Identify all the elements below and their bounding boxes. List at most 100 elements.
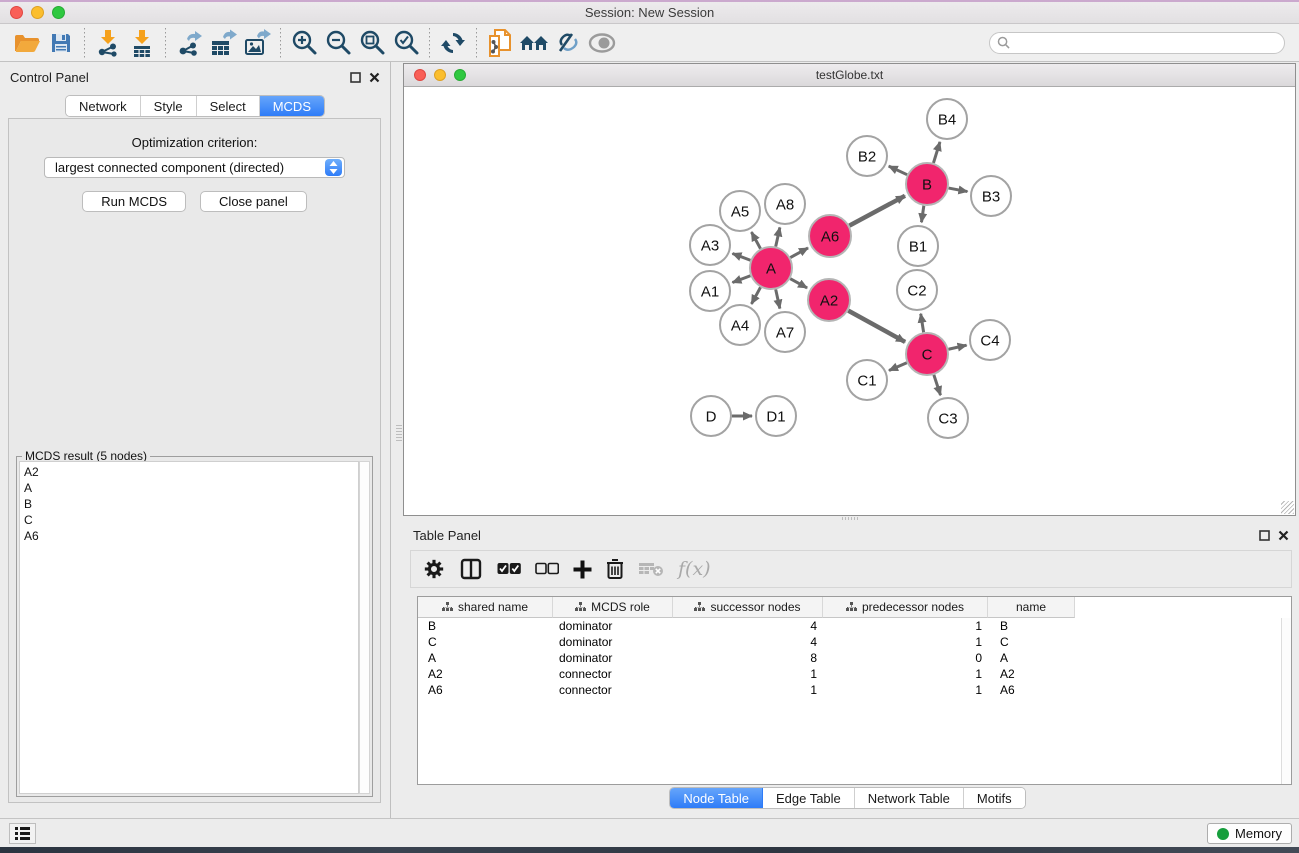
node-B[interactable]: B (906, 163, 948, 205)
tab-mcds[interactable]: MCDS (260, 96, 324, 116)
memory-button[interactable]: Memory (1207, 823, 1292, 844)
node-A8[interactable]: A8 (765, 184, 805, 224)
edge-B-B3[interactable] (949, 188, 968, 192)
node-C3[interactable]: C3 (928, 398, 968, 438)
delete-column-icon[interactable] (606, 558, 624, 580)
edge-A-A2[interactable] (790, 279, 807, 288)
search-input[interactable] (1014, 36, 1284, 50)
edge-A-A7[interactable] (776, 289, 780, 308)
float-panel-icon[interactable] (350, 72, 361, 83)
hide-details-icon[interactable] (551, 27, 585, 59)
network-graph[interactable]: B4 B2 B B3 A8A5 A6 A3 B1 A A1 C2 A2 A4A7 C4 C C1 D D1 C3 (404, 87, 1295, 515)
edge-A-A4[interactable] (751, 287, 760, 304)
export-image-icon[interactable] (240, 27, 274, 59)
node-C[interactable]: C (906, 333, 948, 375)
mcds-result-list[interactable]: A2ABCA6 (19, 461, 359, 794)
column-browser-icon[interactable] (459, 557, 483, 581)
node-D1[interactable]: D1 (756, 396, 796, 436)
column-header-successor-nodes[interactable]: successor nodes (673, 597, 823, 618)
edge-B-B1[interactable] (921, 206, 923, 222)
tab-network[interactable]: Network (66, 96, 141, 116)
node-C1[interactable]: C1 (847, 360, 887, 400)
export-network-icon[interactable] (172, 27, 206, 59)
zoom-in-icon[interactable] (287, 27, 321, 59)
node-A[interactable]: A (750, 247, 792, 289)
select-all-icon[interactable] (497, 562, 521, 576)
export-table-icon[interactable] (206, 27, 240, 59)
run-mcds-button[interactable]: Run MCDS (82, 191, 186, 212)
float-panel-icon[interactable] (1259, 530, 1270, 541)
column-header-MCDS-role[interactable]: MCDS role (553, 597, 673, 618)
close-panel-button[interactable]: Close panel (200, 191, 307, 212)
edge-B-B2[interactable] (889, 166, 907, 175)
edge-A-A8[interactable] (776, 227, 780, 246)
edge-A6-B[interactable] (849, 196, 905, 226)
edge-A2-C[interactable] (848, 311, 905, 342)
add-column-icon[interactable] (573, 560, 592, 579)
table-scrollbar[interactable] (1281, 618, 1291, 784)
node-C2[interactable]: C2 (897, 270, 937, 310)
result-scrollbar[interactable] (359, 461, 370, 794)
tab-edge-table[interactable]: Edge Table (763, 788, 855, 808)
table-row[interactable]: A2connector11A2 (418, 666, 1291, 682)
edge-C-C3[interactable] (934, 375, 941, 395)
column-header-name[interactable]: name (988, 597, 1075, 618)
splitter-grip[interactable] (396, 425, 402, 441)
node-D[interactable]: D (691, 396, 731, 436)
column-header-predecessor-nodes[interactable]: predecessor nodes (823, 597, 988, 618)
tab-node-table[interactable]: Node Table (670, 788, 763, 808)
node-A3[interactable]: A3 (690, 225, 730, 265)
column-header-shared-name[interactable]: shared name (418, 597, 553, 618)
criterion-select[interactable]: largest connected component (directed) (44, 157, 345, 178)
node-B1[interactable]: B1 (898, 226, 938, 266)
table-row[interactable]: A6connector11A6 (418, 682, 1291, 698)
node-B4[interactable]: B4 (927, 99, 967, 139)
result-item[interactable]: C (24, 512, 354, 528)
node-A1[interactable]: A1 (690, 271, 730, 311)
import-network-icon[interactable] (91, 27, 125, 59)
node-A6[interactable]: A6 (809, 215, 851, 257)
show-graphics-icon[interactable] (585, 27, 619, 59)
tab-motifs[interactable]: Motifs (964, 788, 1025, 808)
tab-style[interactable]: Style (141, 96, 197, 116)
node-B2[interactable]: B2 (847, 136, 887, 176)
tab-select[interactable]: Select (197, 96, 260, 116)
node-A7[interactable]: A7 (765, 312, 805, 352)
zoom-selected-icon[interactable] (389, 27, 423, 59)
edge-A-A1[interactable] (732, 276, 750, 283)
result-item[interactable]: A2 (24, 464, 354, 480)
tab-network-table[interactable]: Network Table (855, 788, 964, 808)
unselect-all-icon[interactable] (535, 562, 559, 576)
result-item[interactable]: A6 (24, 528, 354, 544)
edge-A-A5[interactable] (751, 232, 760, 249)
node-A5[interactable]: A5 (720, 191, 760, 231)
edge-A-A6[interactable] (790, 248, 808, 258)
table-options-icon[interactable] (423, 558, 445, 580)
edge-B-B4[interactable] (933, 142, 939, 163)
import-table-icon[interactable] (125, 27, 159, 59)
edge-C-C1[interactable] (889, 363, 907, 371)
network-canvas[interactable]: B4 B2 B B3 A8A5 A6 A3 B1 A A1 C2 A2 A4A7 C4 C C1 D D1 C3 (404, 87, 1295, 515)
node-A4[interactable]: A4 (720, 305, 760, 345)
open-file-icon[interactable] (10, 27, 44, 59)
zoom-out-icon[interactable] (321, 27, 355, 59)
refresh-layout-icon[interactable] (436, 27, 470, 59)
ndex-share-icon[interactable] (483, 27, 517, 59)
node-B3[interactable]: B3 (971, 176, 1011, 216)
result-item[interactable]: B (24, 496, 354, 512)
table-row[interactable]: Adominator80A (418, 650, 1291, 666)
edge-A-A3[interactable] (732, 253, 750, 260)
window-resize-grip[interactable] (1281, 501, 1294, 514)
home-pages-icon[interactable] (517, 27, 551, 59)
close-panel-icon[interactable] (1278, 530, 1289, 541)
node-C4[interactable]: C4 (970, 320, 1010, 360)
table-row[interactable]: Bdominator41B (418, 618, 1291, 634)
zoom-fit-icon[interactable] (355, 27, 389, 59)
save-session-icon[interactable] (44, 27, 78, 59)
show-panels-button[interactable] (9, 823, 36, 844)
result-item[interactable]: A (24, 480, 354, 496)
edge-C-C4[interactable] (948, 345, 966, 349)
table-row[interactable]: Cdominator41C (418, 634, 1291, 650)
node-A2[interactable]: A2 (808, 279, 850, 321)
close-panel-icon[interactable] (369, 72, 380, 83)
